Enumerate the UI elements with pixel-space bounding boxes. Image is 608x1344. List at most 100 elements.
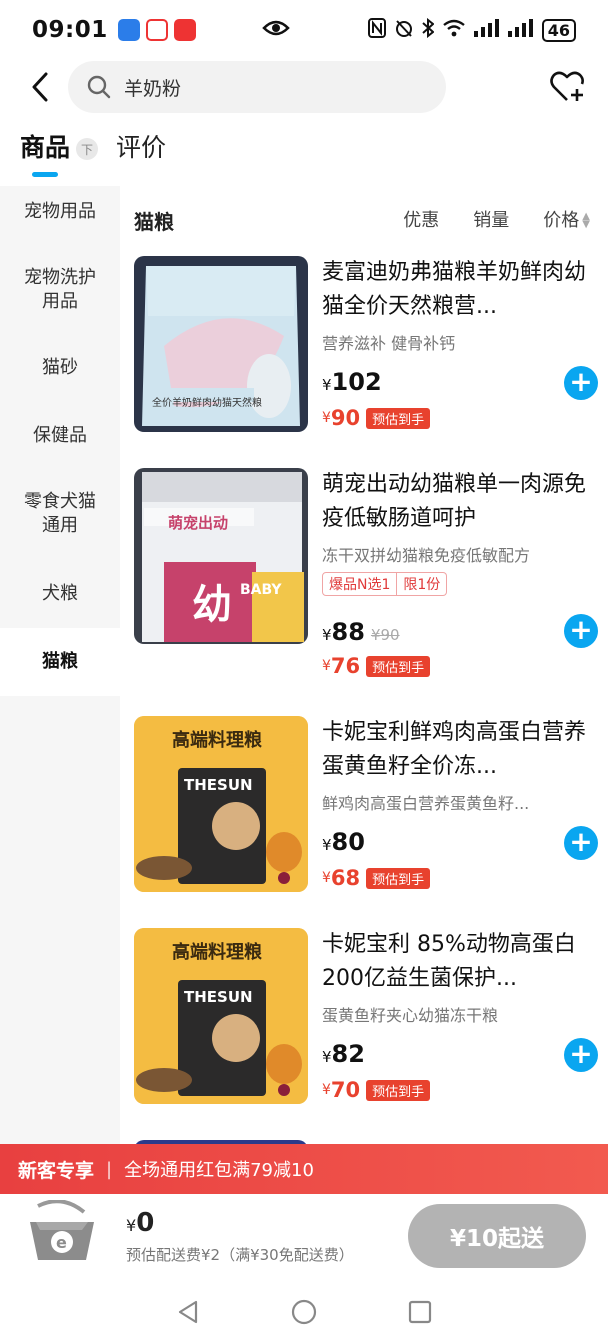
- favorite-add-button[interactable]: [548, 67, 588, 107]
- tab-products[interactable]: 商品: [20, 128, 70, 177]
- product-card[interactable]: 高端料理粮 THESUN 卡妮宝利鲜鸡肉高蛋白营养蛋黄鱼籽全价冻... 鲜鸡肉高…: [134, 716, 600, 896]
- cart-total: ¥ 0: [126, 1208, 154, 1238]
- sidebar-item-pet-supplies[interactable]: 宠物用品: [0, 200, 120, 224]
- product-title[interactable]: 卡妮宝利 85%动物高蛋白200亿益生菌保护...: [322, 928, 590, 996]
- price-currency: ¥: [322, 376, 332, 394]
- promo-separator: |: [106, 1158, 113, 1180]
- product-image-brand: THESUN: [184, 776, 253, 794]
- product-image-brand: 萌宠出动: [168, 514, 229, 532]
- product-list-area: 猫粮 优惠 销量 价格 ▲ ▼ 全价羊奶鲜肉幼猫天然粮 麦富迪奶弗猫粮羊奶鲜肉幼猫全…: [120, 186, 608, 1144]
- sidebar-item-cat-litter[interactable]: 猫砂: [0, 356, 120, 380]
- product-subtitle: 鲜鸡肉高蛋白营养蛋黄鱼籽...: [322, 794, 530, 813]
- product-subtitle: 蛋黄鱼籽夹心幼猫冻干粮: [322, 1006, 499, 1025]
- est-price-badge: 预估到手: [366, 655, 431, 677]
- product-card[interactable]: 高端料理粮 THESUN 卡妮宝利 85%动物高蛋白200亿益生菌保护... 蛋…: [134, 928, 600, 1108]
- wifi-icon: [442, 19, 466, 42]
- heart-plus-icon: [550, 71, 584, 101]
- product-price: ¥ 82: [322, 1040, 365, 1068]
- product-image[interactable]: 高端料理粮 THESUN: [134, 928, 308, 1104]
- shopping-basket-icon[interactable]: e: [22, 1199, 102, 1266]
- notification-icons: [117, 19, 196, 41]
- estimated-price: ¥ 76 预估到手: [322, 654, 431, 678]
- filter-sales[interactable]: 销量: [473, 206, 509, 232]
- add-to-cart-button[interactable]: +: [564, 1038, 598, 1072]
- alarm-off-icon: [394, 18, 414, 43]
- back-button[interactable]: [16, 63, 64, 111]
- product-price: ¥ 80: [322, 828, 365, 856]
- product-info: 萌宠出动幼猫粮单一肉源免疫低敏肠道呵护 冻干双拼幼猫粮免疫低敏配方 爆品N选1 …: [322, 468, 590, 596]
- status-time: 09:01: [32, 17, 108, 43]
- square-recents-icon: [408, 1300, 432, 1324]
- search-icon: [87, 75, 111, 99]
- add-to-cart-button[interactable]: +: [564, 614, 598, 648]
- est-currency: ¥: [322, 870, 331, 886]
- est-currency: ¥: [322, 658, 331, 674]
- signal-icon: [473, 18, 500, 42]
- status-bar: 09:01 46: [0, 0, 608, 60]
- product-subtitle: 冻干双拼幼猫粮免疫低敏配方: [322, 546, 531, 565]
- bluetooth-icon: [422, 17, 435, 43]
- estimated-price: ¥ 68 预估到手: [322, 866, 431, 890]
- sidebar-item-cat-food[interactable]: 猫粮: [0, 628, 120, 696]
- product-image[interactable]: 萌宠出动 BABY 幼: [134, 468, 308, 644]
- tab-sort-badge[interactable]: 下: [76, 138, 99, 160]
- est-price-value: 70: [330, 1078, 361, 1102]
- app-notification-icon: [145, 19, 168, 41]
- filter-price[interactable]: 价格 ▲ ▼: [543, 206, 590, 232]
- product-info: 卡妮宝利鲜鸡肉高蛋白营养蛋黄鱼籽全价冻... 鲜鸡肉高蛋白营养蛋黄鱼籽...: [322, 716, 590, 814]
- tab-reviews[interactable]: 评价: [116, 128, 166, 164]
- search-input[interactable]: 羊奶粉: [68, 61, 446, 113]
- main-tabs: 商品 下 评价: [20, 128, 166, 180]
- product-image-brand: THESUN: [184, 988, 253, 1006]
- product-price: ¥ 102: [322, 368, 382, 396]
- sidebar-item-snacks[interactable]: 零食犬猫通用: [0, 490, 120, 538]
- checkout-button[interactable]: ¥10起送: [408, 1204, 586, 1268]
- filter-price-label: 价格: [543, 210, 580, 231]
- product-image-baby: BABY: [240, 582, 282, 598]
- svg-text:e: e: [56, 1233, 67, 1252]
- filter-discount[interactable]: 优惠: [403, 206, 439, 232]
- delivery-fee-text: 预估配送费¥2（满¥30免配送费）: [126, 1246, 354, 1264]
- nav-home-button[interactable]: [289, 1297, 319, 1327]
- est-currency: ¥: [322, 410, 331, 426]
- triangle-back-icon: [178, 1300, 198, 1324]
- add-to-cart-button[interactable]: +: [564, 826, 598, 860]
- product-image[interactable]: 高端料理粮 THESUN: [134, 716, 308, 892]
- original-price: ¥90: [370, 626, 400, 644]
- system-nav-bar: [0, 1280, 608, 1344]
- product-card[interactable]: 萌宠出动 BABY 幼 萌宠出动幼猫粮单一肉源免疫低敏肠道呵护 冻干双拼幼猫粮免…: [134, 468, 600, 678]
- add-to-cart-button[interactable]: +: [564, 366, 598, 400]
- product-image-slogan: 高端料理粮: [172, 730, 262, 751]
- est-price-value: 68: [330, 866, 361, 890]
- product-card[interactable]: 全价羊奶鲜肉幼猫天然粮 麦富迪奶弗猫粮羊奶鲜肉幼猫全价天然粮营... 营养滋补 …: [134, 256, 600, 436]
- plus-icon: +: [569, 825, 593, 858]
- app-notification-icon: [117, 19, 140, 41]
- top-bar: 羊奶粉: [0, 60, 608, 114]
- product-info: 麦富迪奶弗猫粮羊奶鲜肉幼猫全价天然粮营... 营养滋补 健骨补钙: [322, 256, 590, 354]
- est-price-badge: 预估到手: [366, 407, 431, 429]
- eye-icon: [261, 18, 290, 43]
- product-title[interactable]: 萌宠出动幼猫粮单一肉源免疫低敏肠道呵护: [322, 468, 590, 536]
- price-currency: ¥: [322, 626, 332, 644]
- price-value: 80: [331, 828, 365, 856]
- signal-icon: [507, 18, 534, 42]
- new-customer-promo-banner[interactable]: 新客专享 | 全场通用红包满79减10: [0, 1144, 608, 1194]
- nav-back-button[interactable]: [173, 1297, 203, 1327]
- est-price-value: 76: [330, 654, 361, 678]
- product-image[interactable]: 全价羊奶鲜肉幼猫天然粮: [134, 256, 308, 432]
- product-image-slogan: 高端料理粮: [172, 942, 262, 963]
- promo-title: 新客专享: [18, 1159, 95, 1182]
- nav-recents-button[interactable]: [405, 1297, 435, 1327]
- product-title[interactable]: 卡妮宝利鲜鸡肉高蛋白营养蛋黄鱼籽全价冻...: [322, 716, 590, 784]
- sidebar-item-pet-grooming[interactable]: 宠物洗护用品: [0, 266, 120, 314]
- price-value: 88: [331, 618, 365, 646]
- chevron-left-icon: [32, 72, 48, 102]
- sidebar-item-health[interactable]: 保健品: [0, 424, 120, 448]
- product-title[interactable]: 麦富迪奶弗猫粮羊奶鲜肉幼猫全价天然粮营...: [322, 256, 590, 324]
- circle-home-icon: [291, 1299, 317, 1325]
- sidebar-item-dog-food[interactable]: 犬粮: [0, 558, 120, 628]
- battery-indicator: 46: [541, 18, 576, 42]
- system-status-icons: 46: [367, 17, 576, 43]
- price-currency: ¥: [322, 1048, 332, 1066]
- category-heading: 猫粮: [134, 210, 174, 234]
